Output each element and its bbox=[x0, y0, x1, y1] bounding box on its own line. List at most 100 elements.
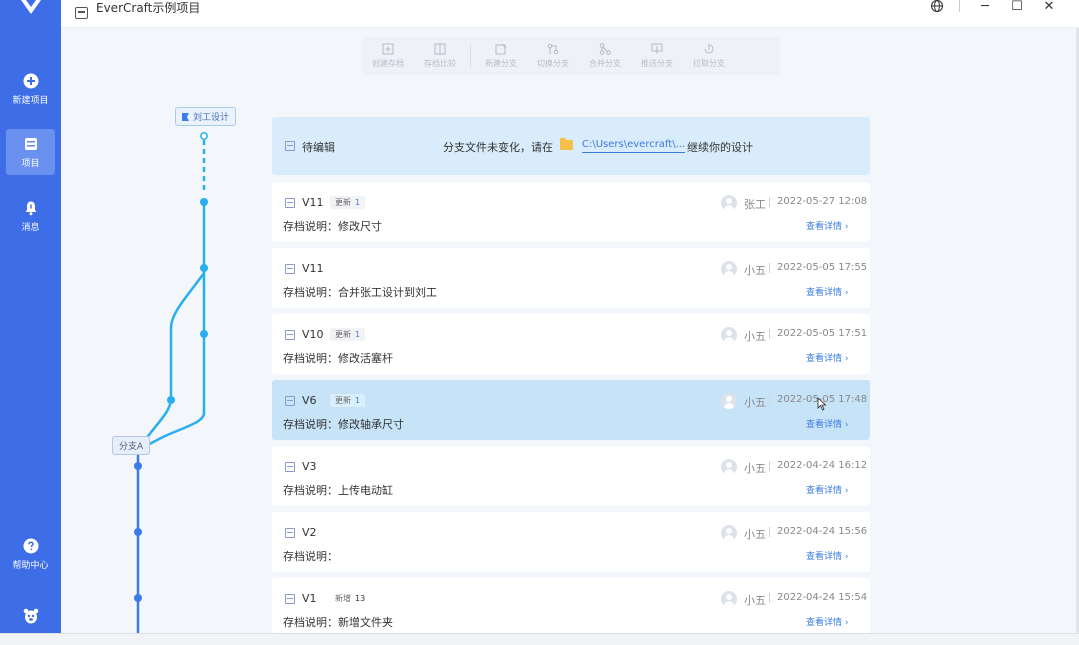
sidebar-item-project[interactable]: 项目 bbox=[6, 129, 55, 175]
archive-time: 2022-05-05 17:51 bbox=[777, 328, 868, 339]
local-path-link[interactable]: C:\Users\evercraft\... bbox=[582, 139, 686, 153]
archive-time: 2022-04-24 15:56 bbox=[777, 526, 868, 537]
version-label: V2 bbox=[302, 526, 317, 539]
pending-tail-text: 继续你的设计 bbox=[687, 141, 753, 154]
badge-count: 13 bbox=[355, 594, 366, 603]
app-logo-icon bbox=[21, 0, 41, 14]
push-branch-button[interactable]: 推送分支 bbox=[631, 43, 683, 69]
new-branch-label: 新建分支 bbox=[485, 59, 517, 68]
commit-node bbox=[200, 330, 208, 338]
view-details-link[interactable]: 查看详情 › bbox=[806, 417, 848, 430]
minimize-button[interactable]: ─ bbox=[975, 0, 995, 14]
author-name: 小五 bbox=[744, 264, 766, 277]
new-branch-button[interactable]: 新建分支 bbox=[475, 43, 527, 69]
author-name: 张工 bbox=[744, 198, 766, 211]
pending-node bbox=[200, 132, 208, 140]
avatar bbox=[721, 525, 737, 541]
create-archive-button[interactable]: 创建存档 bbox=[362, 43, 414, 69]
merge-branch-button[interactable]: 合并分支 bbox=[579, 43, 631, 69]
mascot-icon[interactable] bbox=[23, 607, 39, 625]
view-details-link[interactable]: 查看详情 › bbox=[806, 615, 848, 628]
avatar bbox=[721, 393, 737, 409]
mouse-cursor-icon bbox=[817, 397, 827, 411]
version-label: V6 bbox=[302, 394, 317, 407]
version-label: V11 bbox=[302, 262, 324, 275]
document-icon bbox=[285, 141, 295, 151]
archive-card[interactable]: V3 存档说明：上传电动缸 小五 2022-04-24 16:12 查看详情 › bbox=[272, 446, 870, 506]
window-title: EverCraft示例项目 bbox=[96, 1, 201, 15]
meta-divider bbox=[769, 395, 770, 405]
branch-tag-label: 刘工设计 bbox=[193, 113, 230, 123]
archive-card[interactable]: V11 更新 1 存档说明：修改尺寸 张工 2022-05-27 12:08 查看… bbox=[272, 182, 870, 242]
pull-branch-button[interactable]: 拉取分支 bbox=[683, 43, 735, 69]
project-icon bbox=[24, 137, 37, 150]
sidebar: 新建项目 项目 消息 帮助中心 bbox=[0, 0, 61, 633]
avatar bbox=[721, 327, 737, 343]
sidebar-item-messages[interactable]: 消息 bbox=[6, 193, 55, 239]
commit-node bbox=[134, 462, 142, 470]
switch-branch-button[interactable]: 切换分支 bbox=[527, 43, 579, 69]
merge-branch-label: 合并分支 bbox=[589, 59, 621, 68]
archive-card[interactable]: V1 新增 13 存档说明：新增文件夹 小五 2022-04-24 15:54 查… bbox=[272, 578, 870, 633]
change-badge: 更新 1 bbox=[330, 196, 366, 209]
archive-card[interactable]: V2 存档说明： 小五 2022-04-24 15:56 查看详情 › bbox=[272, 512, 870, 572]
avatar bbox=[721, 459, 737, 475]
version-label: V3 bbox=[302, 460, 317, 473]
archive-card-selected[interactable]: V6 更新 1 存档说明：修改轴承尺寸 小五 2022-05-05 17:48 查… bbox=[272, 380, 870, 440]
version-graph: 刘工设计 分支A bbox=[61, 28, 271, 633]
archive-time: 2022-05-27 12:08 bbox=[777, 196, 868, 207]
merge-branch-icon bbox=[599, 43, 611, 55]
view-details-link[interactable]: 查看详情 › bbox=[806, 549, 848, 562]
archive-card[interactable]: V10 更新 1 存档说明：修改活塞杆 小五 2022-05-05 17:51 查… bbox=[272, 314, 870, 374]
version-label: V10 bbox=[302, 328, 324, 341]
view-details-link[interactable]: 查看详情 › bbox=[806, 351, 848, 364]
author-name: 小五 bbox=[744, 528, 766, 541]
create-archive-icon bbox=[382, 43, 394, 55]
sidebar-item-label: 新建项目 bbox=[12, 95, 49, 106]
document-icon bbox=[285, 594, 295, 604]
pending-card[interactable]: 待编辑 分支文件未变化，请在 C:\Users\evercraft\... 继续… bbox=[272, 117, 870, 175]
create-archive-label: 创建存档 bbox=[372, 59, 404, 68]
pull-branch-icon bbox=[704, 44, 714, 54]
branch-tag-label: 分支A bbox=[119, 442, 144, 452]
commit-node bbox=[200, 264, 208, 272]
archive-note: 存档说明：新增文件夹 bbox=[283, 616, 393, 629]
globe-icon[interactable] bbox=[930, 0, 944, 12]
document-icon bbox=[285, 462, 295, 472]
badge-text: 更新 bbox=[335, 198, 351, 207]
switch-branch-icon bbox=[547, 43, 559, 55]
pull-branch-label: 拉取分支 bbox=[693, 59, 725, 68]
maximize-button[interactable]: ☐ bbox=[1007, 0, 1027, 14]
avatar bbox=[721, 591, 737, 607]
sidebar-item-label: 帮助中心 bbox=[12, 560, 49, 571]
meta-divider bbox=[769, 197, 770, 207]
document-icon bbox=[285, 528, 295, 538]
meta-divider bbox=[769, 329, 770, 339]
toolbar-divider bbox=[470, 44, 471, 68]
change-badge: 新增 13 bbox=[330, 592, 370, 605]
meta-divider bbox=[769, 461, 770, 471]
archive-time: 2022-04-24 15:54 bbox=[777, 592, 868, 603]
compare-archive-button[interactable]: 存档比较 bbox=[414, 43, 466, 69]
branch-tag-top[interactable]: 刘工设计 bbox=[175, 107, 237, 126]
archive-time: 2022-05-05 17:55 bbox=[777, 262, 868, 273]
sidebar-item-help[interactable]: 帮助中心 bbox=[6, 531, 55, 577]
title-divider bbox=[959, 0, 960, 12]
view-details-link[interactable]: 查看详情 › bbox=[806, 483, 848, 496]
change-badge: 更新 1 bbox=[330, 394, 366, 407]
version-label: V11 bbox=[302, 196, 324, 209]
view-details-link[interactable]: 查看详情 › bbox=[806, 285, 848, 298]
sidebar-item-label: 消息 bbox=[21, 222, 40, 233]
badge-text: 更新 bbox=[335, 330, 351, 339]
compare-archive-label: 存档比较 bbox=[424, 59, 456, 68]
meta-divider bbox=[769, 527, 770, 537]
sidebar-item-new-project[interactable]: 新建项目 bbox=[6, 66, 55, 112]
view-details-link[interactable]: 查看详情 › bbox=[806, 219, 848, 232]
branch-tag-a[interactable]: 分支A bbox=[112, 436, 151, 455]
archive-time: 2022-04-24 16:12 bbox=[777, 460, 868, 471]
badge-count: 1 bbox=[355, 396, 361, 405]
commit-node bbox=[200, 198, 208, 206]
close-button[interactable]: ✕ bbox=[1039, 0, 1059, 14]
archive-card[interactable]: V11 存档说明：合并张工设计到刘工 小五 2022-05-05 17:55 查… bbox=[272, 248, 870, 308]
commit-node bbox=[134, 594, 142, 602]
